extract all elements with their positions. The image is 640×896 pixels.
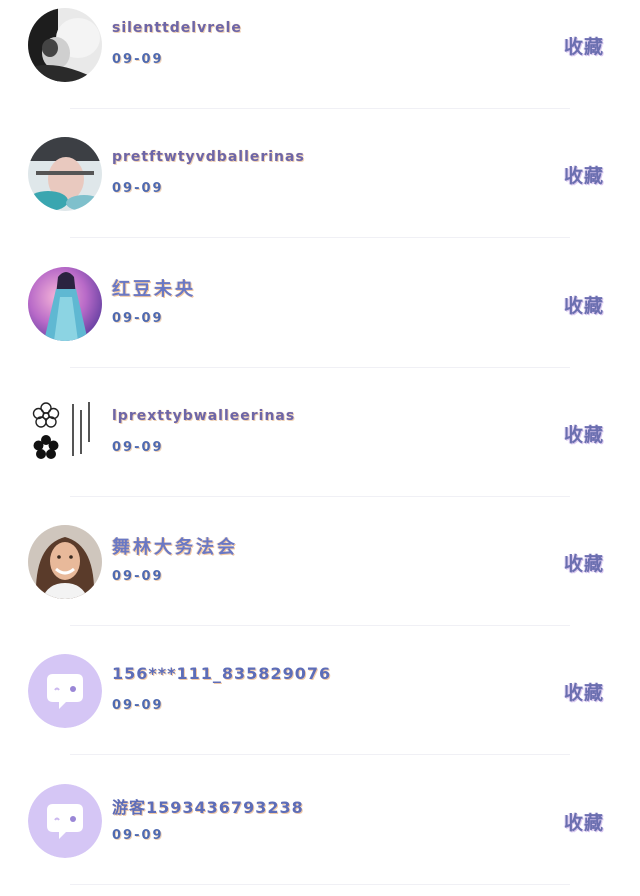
favorite-button[interactable]: 收藏 [564,678,604,705]
item-date: 09-09 [112,828,164,843]
list-item[interactable]: 红豆未央 09-09 收藏 [0,239,640,368]
item-name: pretftwtyvdballerinas [112,149,305,165]
divider [70,754,570,755]
favorite-button[interactable]: 收藏 [564,32,604,59]
list-item[interactable]: pretftwtyvdballerinas 09-09 收藏 [0,109,640,238]
item-name: 游客1593436793238 [112,798,304,817]
favorite-button[interactable]: 收藏 [564,808,604,835]
chat-bubble-icon [28,784,102,858]
item-name: 舞林大务法会 [112,537,238,558]
list-item[interactable]: silenttdelvrele 09-09 收藏 [0,0,640,109]
favorite-button[interactable]: 收藏 [564,161,604,188]
item-name: 红豆未央 [112,279,196,300]
default-avatar[interactable] [28,784,102,858]
default-avatar[interactable] [28,654,102,728]
avatar[interactable] [28,267,102,341]
list-item[interactable]: 156***111_835829076 09-09 收藏 [0,626,640,755]
item-date: 09-09 [112,440,164,455]
list-item[interactable]: lprexttybwalleerinas 09-09 收藏 [0,368,640,497]
item-name: lprexttybwalleerinas [112,408,296,424]
item-date: 09-09 [112,181,164,196]
item-name: silenttdelvrele [112,20,242,36]
avatar[interactable] [28,137,102,211]
record-list: silenttdelvrele 09-09 收藏 pretftwtyvdball… [0,0,640,896]
divider [70,237,570,238]
favorite-button[interactable]: 收藏 [564,420,604,447]
list-item[interactable]: 舞林大务法会 09-09 收藏 [0,497,640,626]
item-date: 09-09 [112,698,164,713]
item-date: 09-09 [112,52,164,67]
item-name: 156***111_835829076 [112,664,332,683]
divider [70,884,570,885]
avatar[interactable] [28,8,102,82]
item-date: 09-09 [112,311,164,326]
avatar[interactable] [28,525,102,599]
list-item[interactable]: 游客1593436793238 09-09 收藏 [0,756,640,885]
favorite-button[interactable]: 收藏 [564,291,604,318]
avatar[interactable] [28,396,102,470]
item-date: 09-09 [112,569,164,584]
chat-bubble-icon [28,654,102,728]
favorite-button[interactable]: 收藏 [564,549,604,576]
